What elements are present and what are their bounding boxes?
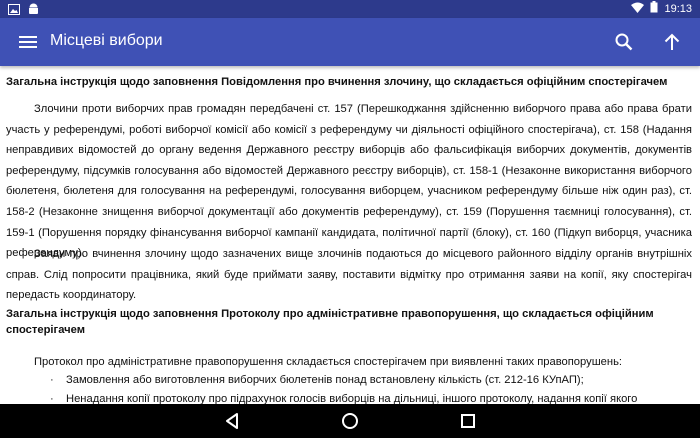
status-time: 19:13 [664, 2, 692, 15]
paragraph-statements: Заяви про вчинення злочину щодо зазначен… [6, 248, 692, 302]
app-bar: Місцеві вибори [0, 18, 700, 66]
list-item: · Ненадання копії протоколу про підрахуно… [50, 392, 638, 404]
menu-icon[interactable] [16, 30, 40, 54]
recents-icon[interactable] [458, 411, 478, 431]
arrow-up-icon[interactable] [660, 30, 684, 54]
article-content: Загальна інструкція щодо заповнення Пові… [0, 66, 700, 404]
battery-icon [650, 1, 658, 16]
navigation-bar [0, 404, 700, 438]
list-item: · Замовлення або виготовлення виборчих бю… [50, 374, 584, 386]
back-icon[interactable] [222, 411, 242, 431]
heading-crime-report: Загальна інструкція щодо заповнення Пові… [6, 76, 668, 88]
app-title: Місцеві вибори [50, 32, 163, 49]
violations-list: · Замовлення або виготовлення виборчих бю… [50, 371, 690, 404]
search-icon[interactable] [612, 30, 636, 54]
list-item-text: Ненадання копії протоколу про підрахунок… [66, 392, 638, 404]
heading-admin-protocol: Загальна інструкція щодо заповнення Прот… [6, 308, 654, 336]
list-item-text: Замовлення або виготовлення виборчих бюл… [66, 374, 584, 386]
wifi-icon [631, 2, 645, 16]
paragraph-protocol: Протокол про адміністративне правопоруше… [34, 356, 623, 368]
home-icon[interactable] [340, 411, 360, 431]
paragraph-crimes: Злочини проти виборчих прав громадян пер… [6, 103, 692, 260]
status-bar: 19:13 [0, 0, 700, 18]
